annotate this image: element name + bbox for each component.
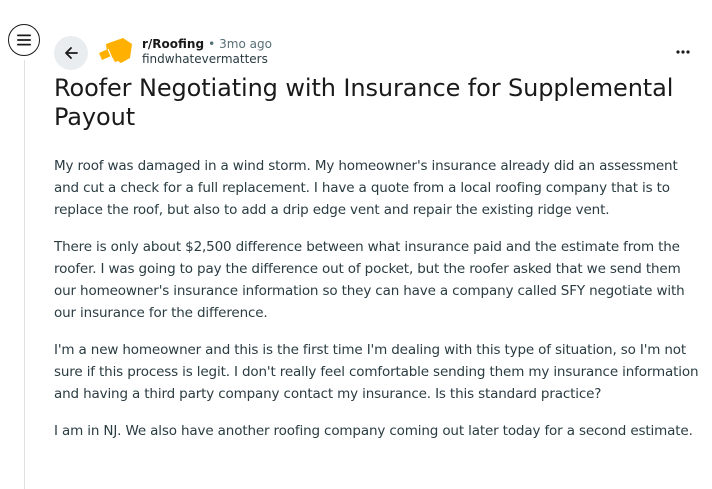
subreddit-avatar-icon[interactable] [96,35,134,65]
post-meta-top: r/Roofing • 3mo ago [142,37,272,52]
sidebar-divider [24,60,25,489]
post-age: 3mo ago [219,37,272,51]
post-body: My roof was damaged in a wind storm. My … [54,155,704,457]
arrow-left-icon [65,47,78,59]
post-paragraph: I am in NJ. We also have another roofing… [54,423,693,439]
post-meta: r/Roofing • 3mo ago findwhatevermatters [142,37,272,67]
meta-separator: • [208,37,216,51]
back-button[interactable] [54,36,88,70]
post-paragraph: My roof was damaged in a wind storm. My … [54,158,678,218]
author-link[interactable]: findwhatevermatters [142,52,272,67]
ellipsis-icon [676,50,690,54]
hamburger-menu-icon [17,34,31,46]
subreddit-link[interactable]: r/Roofing [142,37,204,52]
post-paragraph: I'm a new homeowner and this is the firs… [54,342,699,402]
post-page: r/Roofing • 3mo ago findwhatevermatters … [0,0,712,489]
post-paragraph: There is only about $2,500 difference be… [54,239,685,321]
more-options-button[interactable] [670,42,696,62]
menu-button[interactable] [8,24,40,56]
post-title: Roofer Negotiating with Insurance for Su… [54,74,674,131]
